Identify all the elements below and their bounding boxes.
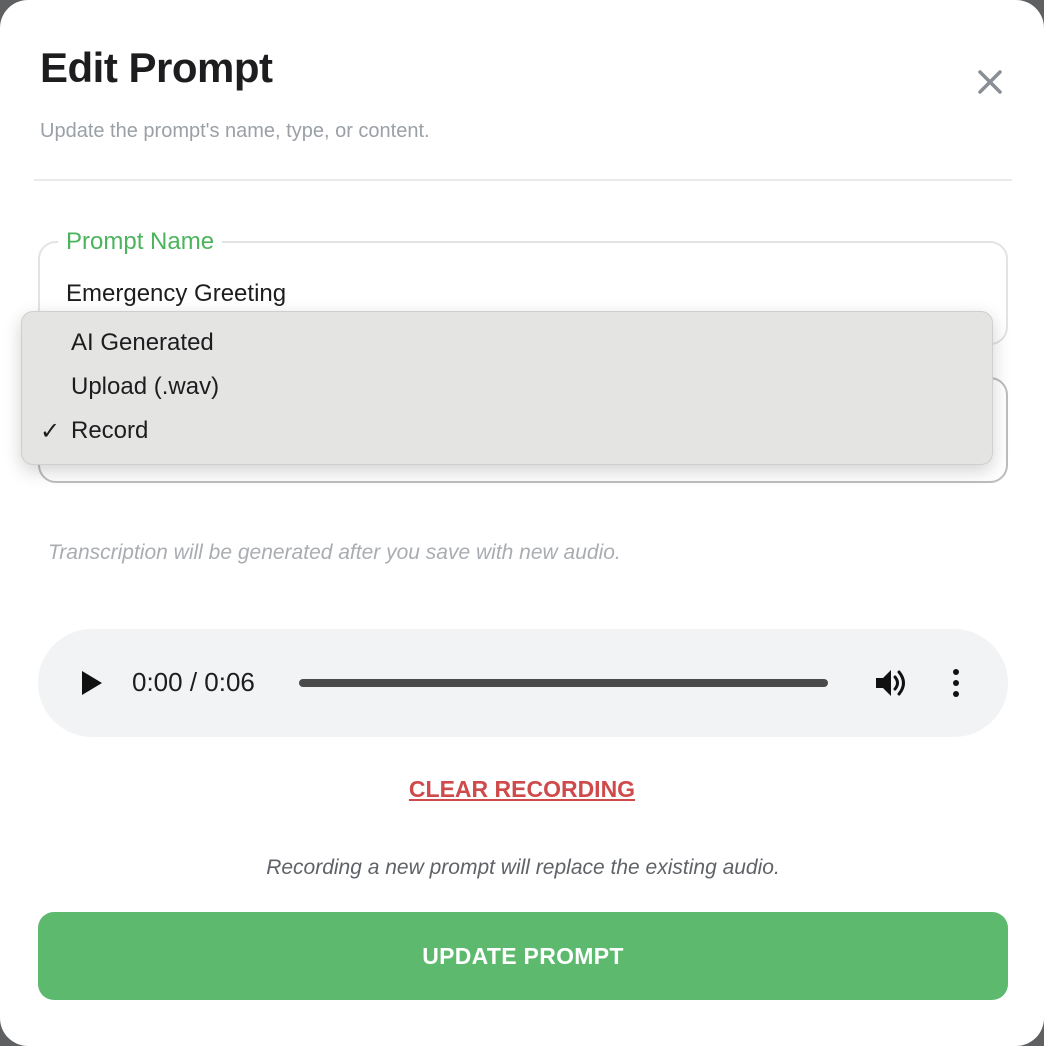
more-vert-icon xyxy=(953,669,959,697)
audio-progress-track[interactable] xyxy=(299,679,828,687)
play-icon xyxy=(82,671,102,695)
close-icon xyxy=(978,70,1002,94)
update-prompt-button[interactable]: UPDATE PROMPT xyxy=(38,912,1008,1000)
dialog-title: Edit Prompt xyxy=(40,44,273,91)
clear-recording-button[interactable]: CLEAR RECORDING xyxy=(0,776,1044,803)
dropdown-option-record[interactable]: Record xyxy=(71,417,148,445)
replace-audio-note: Recording a new prompt will replace the … xyxy=(266,856,780,879)
prompt-name-label: Prompt Name xyxy=(58,228,223,256)
header-divider xyxy=(34,179,1012,181)
checkmark-icon: ✓ xyxy=(40,418,61,445)
more-options-button[interactable] xyxy=(946,667,966,699)
prompt-type-dropdown-menu: AI Generated Upload (.wav) ✓ Record xyxy=(21,311,993,465)
volume-button[interactable] xyxy=(874,667,910,699)
audio-time-display: 0:00 / 0:06 xyxy=(132,667,255,697)
dropdown-option-upload[interactable]: Upload (.wav) xyxy=(71,373,219,401)
edit-prompt-dialog: Edit Prompt Update the prompt's name, ty… xyxy=(0,0,1044,1046)
volume-icon xyxy=(876,670,905,696)
close-button[interactable] xyxy=(970,62,1010,102)
play-button[interactable] xyxy=(80,668,104,698)
dropdown-option-ai-generated[interactable]: AI Generated xyxy=(71,329,214,357)
transcription-hint: Transcription will be generated after yo… xyxy=(48,541,621,564)
dialog-subtitle: Update the prompt's name, type, or conte… xyxy=(40,120,430,142)
prompt-name-input[interactable] xyxy=(66,280,966,308)
